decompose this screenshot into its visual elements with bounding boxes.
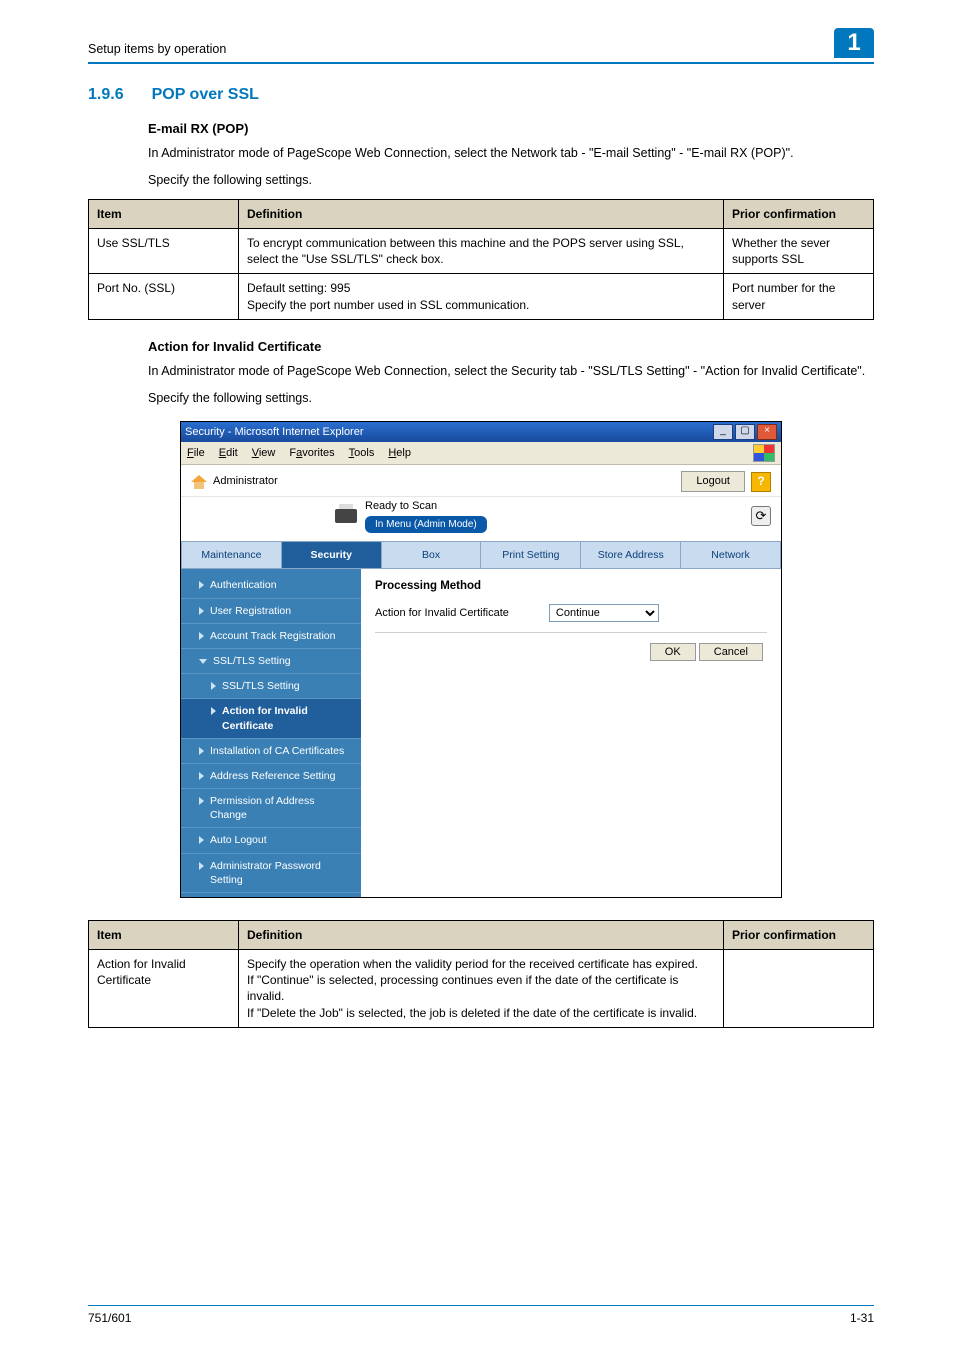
window-title: Security - Microsoft Internet Explorer [185,425,364,440]
footer-rule [88,1305,874,1307]
window-maximize-icon[interactable]: ▢ [735,424,755,440]
menu-view[interactable]: View [252,446,276,461]
main-tabs: Maintenance Security Box Print Setting S… [181,541,781,569]
sidebar-item-ssl-tls[interactable]: SSL/TLS Setting [181,649,361,674]
triangle-right-icon [199,836,204,844]
cell-prior: Whether the sever supports SSL [724,229,874,274]
col-prior: Prior confirmation [724,199,874,228]
table-row: Port No. (SSL) Default setting: 995 Spec… [89,274,874,319]
table-row: Use SSL/TLS To encrypt communication bet… [89,229,874,274]
triangle-right-icon [199,772,204,780]
tab-box[interactable]: Box [382,541,482,569]
cell-prior [724,950,874,1028]
field-label-action-invalid: Action for Invalid Certificate [375,606,509,621]
paragraph: Specify the following settings. [148,172,874,189]
cell-item: Action for Invalid Certificate [89,950,239,1028]
window-minimize-icon[interactable]: _ [713,424,733,440]
admin-mode-label: Administrator [213,474,278,489]
refresh-icon[interactable]: ⟳ [751,506,771,526]
definition-table-2: Item Definition Prior confirmation Actio… [88,920,874,1028]
triangle-right-icon [211,682,216,690]
sidebar-item-authentication[interactable]: Authentication [181,573,361,598]
col-definition: Definition [239,920,724,949]
sidebar-item-permission-address[interactable]: Permission of Address Change [181,789,361,828]
cell-def: Specify the operation when the validity … [239,950,724,1028]
triangle-right-icon [199,632,204,640]
menu-file[interactable]: File [187,446,205,461]
ie-menubar: File Edit View Favorites Tools Help [181,442,781,465]
triangle-down-icon [199,659,207,664]
triangle-right-icon [199,862,204,870]
menu-help[interactable]: Help [388,446,411,461]
sidebar-item-user-registration[interactable]: User Registration [181,599,361,624]
sidebar: Authentication User Registration Account… [181,569,361,896]
menu-edit[interactable]: Edit [219,446,238,461]
menu-tools[interactable]: Tools [349,446,375,461]
section-title: POP over SSL [152,84,259,106]
windows-flag-icon [753,444,775,462]
cell-def: Default setting: 995 Specify the port nu… [239,274,724,319]
col-item: Item [89,920,239,949]
chapter-badge: 1 [834,28,874,58]
col-item: Item [89,199,239,228]
logout-button[interactable]: Logout [681,471,745,492]
tab-security[interactable]: Security [282,541,382,569]
help-icon[interactable]: ? [751,472,771,492]
paragraph: Specify the following settings. [148,390,874,407]
cell-item: Use SSL/TLS [89,229,239,274]
sidebar-item-address-ref[interactable]: Address Reference Setting [181,764,361,789]
sidebar-sub-ssl-tls[interactable]: SSL/TLS Setting [181,674,361,699]
subheading-email-rx: E-mail RX (POP) [148,120,874,138]
cell-prior: Port number for the server [724,274,874,319]
tab-maintenance[interactable]: Maintenance [181,541,282,569]
window-titlebar: Security - Microsoft Internet Explorer _… [181,422,781,442]
status-ready: Ready to Scan [365,499,487,514]
footer-model: 751/601 [88,1310,131,1326]
tab-store-address[interactable]: Store Address [581,541,681,569]
col-prior: Prior confirmation [724,920,874,949]
cancel-button[interactable]: Cancel [699,643,763,661]
tab-network[interactable]: Network [681,541,781,569]
screenshot-ie-window: Security - Microsoft Internet Explorer _… [180,421,782,898]
section-number: 1.9.6 [88,84,124,106]
sidebar-item-auto-logout[interactable]: Auto Logout [181,828,361,853]
home-icon[interactable] [191,475,207,489]
header-rule [88,62,874,64]
subheading-action-invalid: Action for Invalid Certificate [148,338,874,356]
panel-heading: Processing Method [375,579,767,595]
sidebar-item-account-track[interactable]: Account Track Registration [181,624,361,649]
printer-icon [335,509,357,523]
footer-page: 1-31 [850,1310,874,1326]
action-invalid-select[interactable]: Continue [549,604,659,622]
triangle-right-icon [211,707,216,715]
main-panel: Processing Method Action for Invalid Cer… [361,569,781,896]
sidebar-item-install-ca[interactable]: Installation of CA Certificates [181,739,361,764]
triangle-right-icon [199,581,204,589]
cell-item: Port No. (SSL) [89,274,239,319]
table-row: Action for Invalid Certificate Specify t… [89,950,874,1028]
cell-def: To encrypt communication between this ma… [239,229,724,274]
menu-favorites[interactable]: Favorites [289,446,334,461]
col-definition: Definition [239,199,724,228]
running-header: Setup items by operation [88,41,226,58]
triangle-right-icon [199,797,204,805]
definition-table-1: Item Definition Prior confirmation Use S… [88,199,874,320]
ok-button[interactable]: OK [650,643,696,661]
mode-badge: In Menu (Admin Mode) [365,516,487,534]
tab-print-setting[interactable]: Print Setting [481,541,581,569]
paragraph: In Administrator mode of PageScope Web C… [148,363,874,380]
window-close-icon[interactable]: × [757,424,777,440]
triangle-right-icon [199,607,204,615]
sidebar-item-admin-password[interactable]: Administrator Password Setting [181,854,361,893]
sidebar-sub-action-invalid[interactable]: Action for Invalid Certificate [181,699,361,738]
paragraph: In Administrator mode of PageScope Web C… [148,145,874,162]
triangle-right-icon [199,747,204,755]
